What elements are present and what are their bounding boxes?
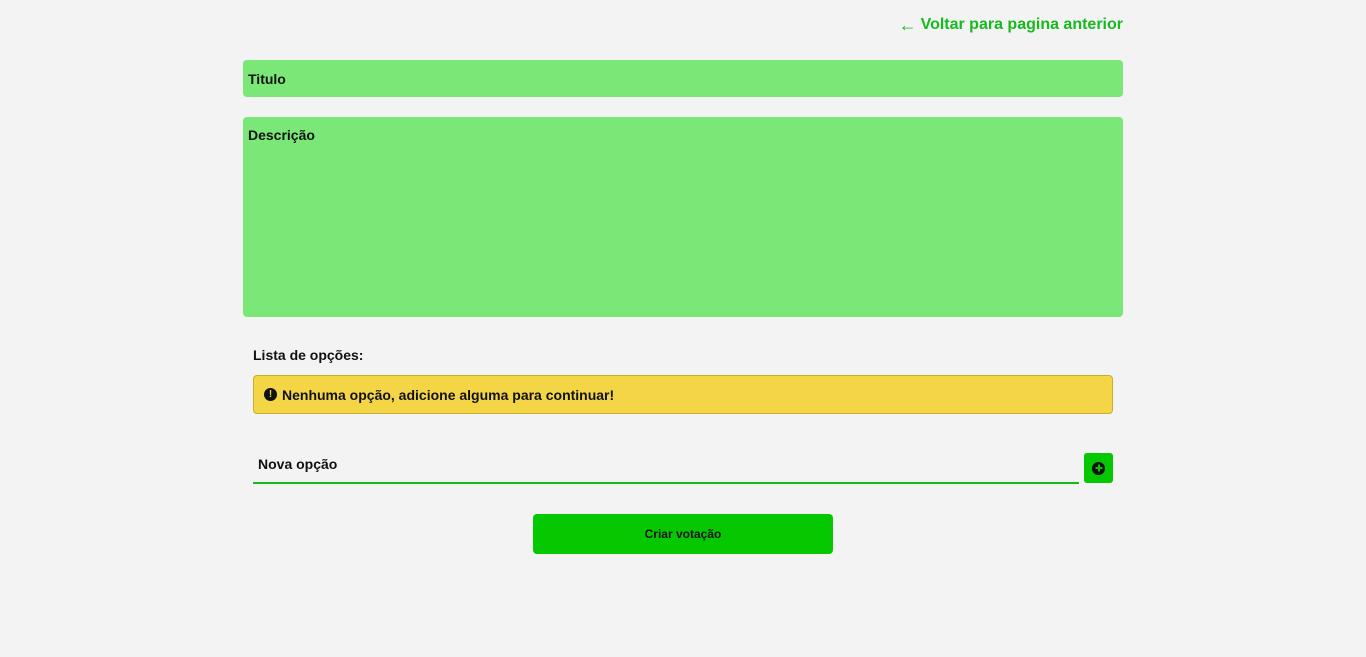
arrow-left-icon: ← — [898, 15, 917, 35]
options-section: Lista de opções: ! Nenhuma opção, adicio… — [243, 347, 1123, 554]
back-link-label: Voltar para pagina anterior — [920, 16, 1123, 33]
add-option-button[interactable] — [1084, 453, 1113, 483]
title-input[interactable] — [243, 60, 1123, 97]
options-list-label: Lista de opções: — [253, 347, 364, 363]
new-option-row — [253, 452, 1113, 484]
back-link[interactable]: ← Voltar para pagina anterior — [243, 15, 1123, 35]
plus-circle-icon — [1092, 461, 1105, 475]
create-poll-form: ← Voltar para pagina anterior Lista de o… — [243, 0, 1123, 554]
alert-text: Nenhuma opção, adicione alguma para cont… — [282, 386, 615, 403]
create-poll-button[interactable]: Criar votação — [533, 514, 833, 554]
new-option-input[interactable] — [253, 452, 1079, 484]
submit-wrap: Criar votação — [253, 514, 1113, 554]
exclamation-circle-icon: ! — [264, 388, 277, 401]
no-options-alert: ! Nenhuma opção, adicione alguma para co… — [253, 375, 1113, 414]
description-textarea[interactable] — [243, 117, 1123, 317]
